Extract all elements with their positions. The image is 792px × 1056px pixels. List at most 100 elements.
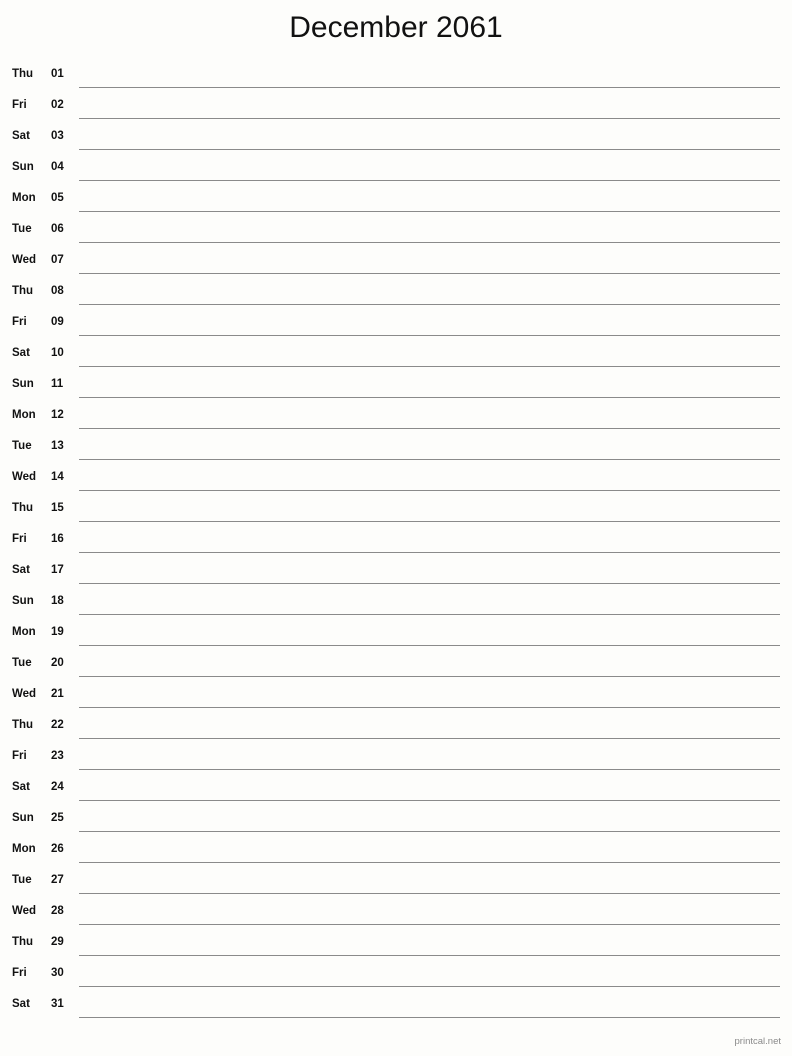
day-row[interactable]: Thu 22	[0, 714, 792, 745]
day-writing-line[interactable]	[79, 304, 780, 305]
day-writing-line[interactable]	[79, 335, 780, 336]
day-number-label: 09	[51, 316, 64, 328]
day-writing-line[interactable]	[79, 955, 780, 956]
day-writing-line[interactable]	[79, 428, 780, 429]
day-row[interactable]: Sat 31	[0, 993, 792, 1024]
day-writing-line[interactable]	[79, 862, 780, 863]
day-writing-line[interactable]	[79, 1017, 780, 1018]
day-row[interactable]: Sun 25	[0, 807, 792, 838]
day-writing-line[interactable]	[79, 769, 780, 770]
day-row[interactable]: Sun 04	[0, 156, 792, 187]
day-row[interactable]: Fri 30	[0, 962, 792, 993]
day-row[interactable]: Mon 19	[0, 621, 792, 652]
day-weekday-label: Tue	[12, 440, 32, 452]
day-weekday-label: Fri	[12, 99, 27, 111]
day-row[interactable]: Thu 08	[0, 280, 792, 311]
day-weekday-label: Thu	[12, 502, 34, 514]
day-writing-line[interactable]	[79, 614, 780, 615]
day-number-label: 25	[51, 812, 64, 824]
day-weekday-label: Sun	[12, 595, 34, 607]
day-weekday-label: Sun	[12, 161, 34, 173]
day-writing-line[interactable]	[79, 211, 780, 212]
day-row[interactable]: Wed 28	[0, 900, 792, 931]
day-number-label: 17	[51, 564, 64, 576]
day-row[interactable]: Fri 09	[0, 311, 792, 342]
day-row[interactable]: Sat 10	[0, 342, 792, 373]
day-writing-line[interactable]	[79, 707, 780, 708]
day-row[interactable]: Thu 29	[0, 931, 792, 962]
day-writing-line[interactable]	[79, 459, 780, 460]
day-weekday-label: Thu	[12, 285, 34, 297]
day-weekday-label: Sat	[12, 347, 30, 359]
day-writing-line[interactable]	[79, 490, 780, 491]
day-row[interactable]: Mon 26	[0, 838, 792, 869]
day-number-label: 08	[51, 285, 64, 297]
day-row[interactable]: Tue 27	[0, 869, 792, 900]
day-weekday-label: Mon	[12, 409, 36, 421]
day-number-label: 12	[51, 409, 64, 421]
day-weekday-label: Fri	[12, 750, 27, 762]
day-number-label: 06	[51, 223, 64, 235]
day-writing-line[interactable]	[79, 800, 780, 801]
day-row[interactable]: Mon 12	[0, 404, 792, 435]
day-writing-line[interactable]	[79, 924, 780, 925]
day-row[interactable]: Sat 03	[0, 125, 792, 156]
day-row[interactable]: Wed 21	[0, 683, 792, 714]
day-row[interactable]: Thu 01	[0, 63, 792, 94]
day-writing-line[interactable]	[79, 645, 780, 646]
day-weekday-label: Wed	[12, 905, 37, 917]
day-writing-line[interactable]	[79, 676, 780, 677]
day-row[interactable]: Fri 16	[0, 528, 792, 559]
day-row[interactable]: Sun 11	[0, 373, 792, 404]
day-row[interactable]: Fri 02	[0, 94, 792, 125]
day-writing-line[interactable]	[79, 397, 780, 398]
day-number-label: 26	[51, 843, 64, 855]
day-number-label: 29	[51, 936, 64, 948]
day-weekday-label: Fri	[12, 316, 27, 328]
day-weekday-label: Fri	[12, 967, 27, 979]
day-number-label: 22	[51, 719, 64, 731]
day-writing-line[interactable]	[79, 180, 780, 181]
day-weekday-label: Sat	[12, 781, 30, 793]
footer-credit: printcal.net	[734, 1036, 781, 1047]
day-row[interactable]: Sat 17	[0, 559, 792, 590]
day-row[interactable]: Tue 13	[0, 435, 792, 466]
day-row[interactable]: Mon 05	[0, 187, 792, 218]
day-number-label: 02	[51, 99, 64, 111]
day-weekday-label: Fri	[12, 533, 27, 545]
day-writing-line[interactable]	[79, 87, 780, 88]
day-row[interactable]: Sat 24	[0, 776, 792, 807]
day-writing-line[interactable]	[79, 118, 780, 119]
day-weekday-label: Sun	[12, 812, 34, 824]
day-weekday-label: Wed	[12, 688, 37, 700]
day-row-list: Thu 01 Fri 02 Sat 03 Sun 04 Mon 05 Tue 06 Wed 07 Thu 08…	[0, 63, 792, 1024]
printable-calendar-page: December 2061 Thu 01 Fri 02 Sat 03 Sun 04 Mon 05 T…	[0, 0, 792, 1056]
day-writing-line[interactable]	[79, 986, 780, 987]
day-weekday-label: Sat	[12, 564, 30, 576]
day-writing-line[interactable]	[79, 273, 780, 274]
day-writing-line[interactable]	[79, 831, 780, 832]
day-writing-line[interactable]	[79, 366, 780, 367]
day-writing-line[interactable]	[79, 149, 780, 150]
day-row[interactable]: Sun 18	[0, 590, 792, 621]
day-row[interactable]: Fri 23	[0, 745, 792, 776]
day-number-label: 14	[51, 471, 64, 483]
day-row[interactable]: Wed 07	[0, 249, 792, 280]
day-number-label: 13	[51, 440, 64, 452]
day-weekday-label: Thu	[12, 68, 34, 80]
day-number-label: 28	[51, 905, 64, 917]
day-row[interactable]: Wed 14	[0, 466, 792, 497]
day-writing-line[interactable]	[79, 893, 780, 894]
day-row[interactable]: Tue 06	[0, 218, 792, 249]
day-writing-line[interactable]	[79, 738, 780, 739]
day-number-label: 01	[51, 68, 64, 80]
day-writing-line[interactable]	[79, 552, 780, 553]
day-weekday-label: Tue	[12, 223, 32, 235]
day-writing-line[interactable]	[79, 521, 780, 522]
day-writing-line[interactable]	[79, 242, 780, 243]
day-number-label: 21	[51, 688, 64, 700]
day-row[interactable]: Thu 15	[0, 497, 792, 528]
day-row[interactable]: Tue 20	[0, 652, 792, 683]
day-writing-line[interactable]	[79, 583, 780, 584]
day-number-label: 18	[51, 595, 64, 607]
